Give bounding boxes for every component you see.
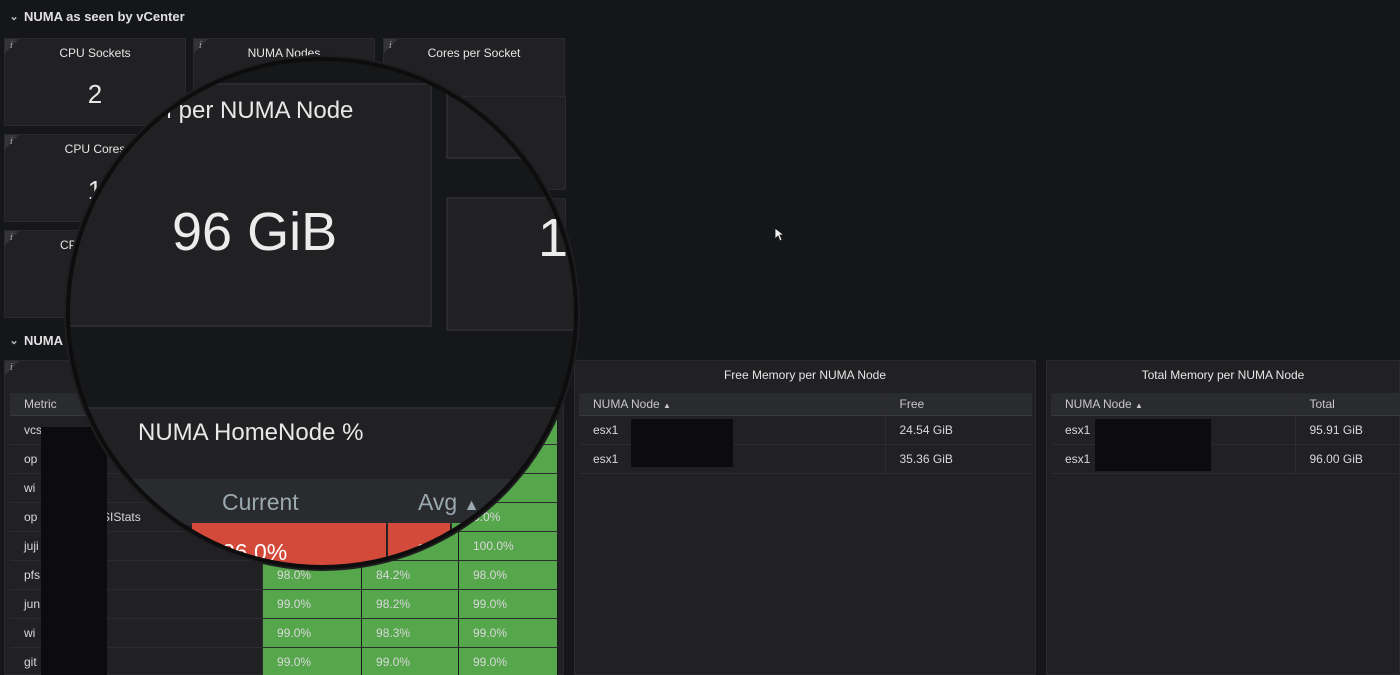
sort-asc-icon: ▲ <box>663 400 671 410</box>
column-header-numa-node[interactable]: NUMA Node ▲ <box>1051 393 1295 416</box>
magnified-table-title: NUMA HomeNode % <box>138 419 364 446</box>
magnified-table-header: Current Avg ▲ <box>70 479 574 525</box>
max-cell: 99.0% <box>457 618 559 648</box>
chevron-down-icon: ⌄ <box>9 334 19 347</box>
row-title: NUMA <box>24 332 63 348</box>
current-cell: 99.0% <box>262 618 363 648</box>
redaction-block <box>1095 419 1211 471</box>
current-cell: 99.0% <box>262 589 363 619</box>
mouse-cursor-icon <box>774 227 786 242</box>
row-header-numa[interactable]: ⌄ NUMA <box>0 329 63 351</box>
current-cell: 99.0% <box>262 647 363 675</box>
value-cell: 24.54 GiB <box>884 415 1032 445</box>
panel-title: Total Memory per NUMA Node <box>1141 368 1305 382</box>
row-header-numa-vcenter[interactable]: ⌄ NUMA as seen by vCenter <box>0 5 185 27</box>
panel-title: CPU Sockets <box>59 46 131 60</box>
magnified-col-avg: Avg ▲ <box>418 489 480 515</box>
magnified-stat-panel-2 <box>446 83 574 159</box>
value-cell: 95.91 GiB <box>1294 415 1400 445</box>
column-header-total[interactable]: Total <box>1294 393 1400 416</box>
magnified-stat-panel: M per NUMA Node 96 GiB <box>70 83 432 327</box>
avg-cell: 99.0% <box>361 647 459 675</box>
column-header-free[interactable]: Free <box>884 393 1032 416</box>
sort-asc-icon: ▲ <box>463 497 480 514</box>
panel-title: Cores per Socket <box>427 46 521 60</box>
table-header: NUMA Node ▲ Free <box>579 393 1032 416</box>
free-memory-panel[interactable]: Free Memory per NUMA Node NUMA Node ▲ Fr… <box>574 360 1036 675</box>
chevron-down-icon: ⌄ <box>9 10 19 23</box>
row-title: NUMA as seen by vCenter <box>24 8 185 24</box>
avg-cell: 98.3% <box>361 618 459 648</box>
value-cell: 35.36 GiB <box>884 444 1032 474</box>
redaction-block <box>631 419 733 467</box>
magnified-stat-panel-3: 1 <box>446 197 574 331</box>
magnified-stat-value-2: 1 <box>538 208 569 268</box>
magnified-stat-value: 96 GiB <box>172 202 338 262</box>
column-header-numa-node[interactable]: NUMA Node ▲ <box>579 393 885 416</box>
value-cell: 96.00 GiB <box>1294 444 1400 474</box>
max-cell: 99.0% <box>457 647 559 675</box>
avg-cell: 98.2% <box>361 589 459 619</box>
magnified-cell-avg: 2 <box>388 523 450 565</box>
table-header: NUMA Node ▲ Total <box>1051 393 1400 416</box>
sort-asc-icon: ▲ <box>1135 400 1143 410</box>
magnified-col-current: Current <box>222 489 299 515</box>
magnified-cell-current: 26.0% <box>192 523 386 565</box>
panel-title: Free Memory per NUMA Node <box>723 368 887 382</box>
max-cell: 99.0% <box>457 589 559 619</box>
magnified-table-panel: NUMA HomeNode % Current Avg ▲ 26.0% 2 <box>70 407 574 565</box>
magnified-panel-title: M per NUMA Node <box>152 97 354 124</box>
magnifier-overlay: M per NUMA Node 96 GiB 1 NUMA HomeNode %… <box>66 57 578 569</box>
info-icon[interactable]: i <box>10 363 13 373</box>
total-memory-panel[interactable]: Total Memory per NUMA Node NUMA Node ▲ T… <box>1046 360 1400 675</box>
